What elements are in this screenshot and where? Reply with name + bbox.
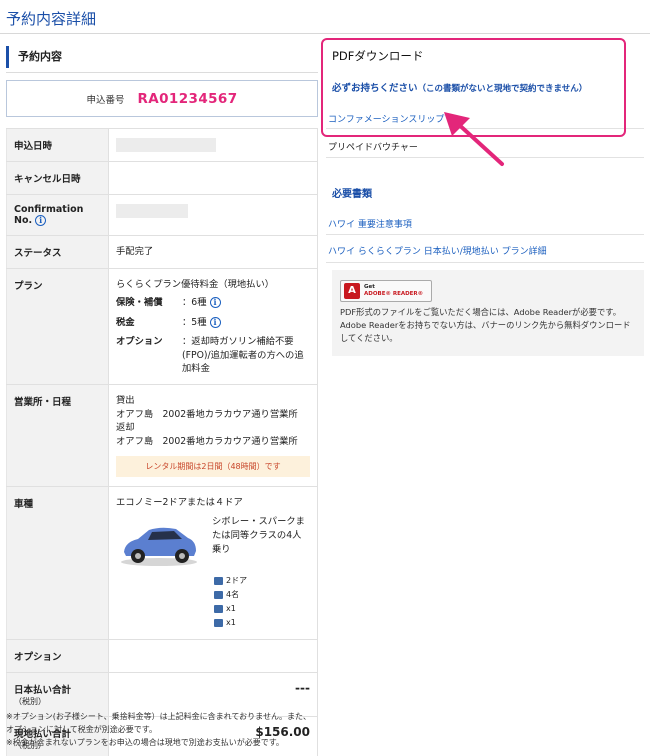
info-icon[interactable]: i — [35, 215, 47, 226]
redacted-value — [116, 204, 188, 218]
japan-total-suffix: （税別） — [14, 696, 46, 706]
required-docs-title: 必要書類 — [332, 189, 372, 200]
spec-passengers: 4名 — [214, 588, 310, 602]
status-label: ステータス — [6, 235, 109, 269]
office-value: 貸出 オアフ島 2002番地カラカウア通り営業所 返却 オアフ島 2002番地カ… — [108, 384, 318, 488]
prepaid-voucher-link[interactable]: プリペイドバウチャー — [328, 140, 418, 153]
plan-insurance-value-wrap: ：6種 i — [182, 296, 310, 309]
adobe-logo-icon: A — [344, 283, 360, 299]
plan-insurance-value: ：6種 — [182, 297, 207, 309]
adobe-reader-description: PDF形式のファイルをご覧いただく場合には、Adobe Readerが必要です。… — [340, 307, 631, 343]
spec-doors: 2ドア — [214, 574, 310, 588]
spec-passengers-value: 4名 — [226, 589, 240, 599]
plan-label: プラン — [6, 267, 109, 386]
spec-small-luggage-value: x1 — [226, 617, 236, 627]
spec-large-luggage: x1 — [214, 602, 310, 616]
row-cancel-date: キャンセル日時 — [6, 161, 318, 195]
footnotes: ※オプション(お子様シート、乗捨料金等）は上記料金に含まれておりません。また、オ… — [6, 710, 318, 749]
plan-name: らくらくプラン優待料金（現地払い） — [116, 279, 275, 290]
application-number-box: 申込番号 RA01234567 — [6, 80, 318, 117]
car-class: エコノミー2ドアまたは４ドア — [116, 497, 243, 509]
section-divider — [6, 72, 318, 73]
adobe-reader-box: A Get ADOBE® READER® PDF形式のファイルをご覧いただく場合… — [332, 270, 644, 356]
office-label: 営業所・日程 — [6, 384, 109, 488]
return-office: オアフ島 2002番地カラカウア通り営業所 — [116, 435, 298, 447]
footnote-options: ※オプション(お子様シート、乗捨料金等）は上記料金に含まれておりません。また、オ… — [6, 712, 311, 734]
divider — [326, 234, 644, 235]
bag-icon — [214, 618, 223, 627]
row-car: 車種 エコノミー2ドアまたは４ドア シボレー・スパークまたは同等クラスの4人乗り… — [6, 486, 318, 640]
status-value: 手配完了 — [108, 235, 318, 269]
plan-insurance-label: 保険・補償 — [116, 297, 163, 309]
hawaii-notice-link[interactable]: ハワイ 重要注意事項 — [328, 217, 412, 230]
plan-tax-value-wrap: ：5種 i — [182, 316, 310, 329]
options-label: オプション — [6, 638, 109, 673]
adobe-badge-bottom: ADOBE® READER® — [364, 291, 424, 297]
page-title: 予約内容詳細 — [6, 10, 97, 28]
applied-date-value — [108, 128, 318, 162]
row-applied-date: 申込日時 — [6, 128, 318, 162]
cancel-date-label: キャンセル日時 — [6, 161, 109, 195]
cancel-date-value — [108, 161, 318, 195]
confirmation-no-header: Confirmation No. i — [6, 194, 109, 236]
application-number-value: RA01234567 — [137, 90, 238, 107]
row-options: オプション — [6, 638, 318, 673]
pickup-office: オアフ島 2002番地カラカウア通り営業所 — [116, 408, 298, 420]
redacted-value — [116, 138, 216, 152]
row-plan: プラン らくらくプラン優待料金（現地払い） 保険・補償 ：6種 i 税金 ：5種 i… — [6, 267, 318, 386]
row-status: ステータス 手配完了 — [6, 235, 318, 269]
application-number-label: 申込番号 — [86, 94, 125, 106]
plan-tax-value: ：5種 — [182, 316, 207, 328]
adobe-badge-text: Get ADOBE® READER® — [364, 284, 423, 298]
spec-small-luggage: x1 — [214, 616, 310, 630]
car-description: シボレー・スパークまたは同等クラスの4人乗り — [212, 515, 305, 555]
row-confirmation-no: Confirmation No. i — [6, 194, 318, 236]
car-image — [121, 527, 197, 566]
car-specs: 2ドア 4名 x1 x1 — [214, 574, 310, 630]
plan-value: らくらくプラン優待料金（現地払い） 保険・補償 ：6種 i 税金 ：5種 i オプシ… — [108, 267, 318, 386]
confirmation-no-value — [108, 194, 318, 236]
confirmation-no-label: Confirmation No. — [14, 204, 84, 226]
japan-total-label: 日本払い合計 — [14, 684, 72, 696]
rental-period-note: レンタル期間は2日間（48時間）です — [116, 456, 310, 478]
title-divider — [0, 33, 650, 34]
adobe-badge-top: Get — [364, 284, 375, 290]
plan-option-value: ：返却時ガソリン補給不要(FPO)/追加運転者の方への追加料金 — [182, 336, 304, 375]
passenger-icon — [214, 590, 223, 599]
pointer-arrow-icon — [444, 112, 504, 166]
options-value — [108, 638, 318, 673]
hawaii-plan-details-link[interactable]: ハワイ らくらくプラン 日本払い/現地払い プラン詳細 — [328, 244, 547, 257]
pickup-label: 貸出 — [116, 395, 135, 407]
info-icon[interactable]: i — [209, 316, 221, 328]
door-icon — [214, 576, 223, 585]
spec-doors-value: 2ドア — [226, 575, 248, 585]
plan-tax-label: 税金 — [116, 316, 135, 328]
plan-option-label: オプション — [116, 336, 163, 348]
suitcase-icon — [214, 604, 223, 613]
reservation-details-table: 申込日時 キャンセル日時 Confirmation No. i ステータス 手配完… — [6, 128, 318, 756]
plan-breakdown: 保険・補償 ：6種 i 税金 ：5種 i オプション ：返却時ガソリン補給不要(FP… — [116, 296, 310, 375]
car-info: シボレー・スパークまたは同等クラスの4人乗り — [116, 515, 310, 568]
spec-large-luggage-value: x1 — [226, 603, 236, 613]
info-icon[interactable]: i — [209, 297, 221, 309]
row-office-schedule: 営業所・日程 貸出 オアフ島 2002番地カラカウア通り営業所 返却 オアフ島 … — [6, 384, 318, 488]
section-title-reservation: 予約内容 — [6, 46, 318, 68]
return-label: 返却 — [116, 422, 135, 434]
car-label: 車種 — [6, 486, 109, 640]
adobe-reader-badge[interactable]: A Get ADOBE® READER® — [340, 280, 432, 302]
divider — [326, 262, 644, 263]
footnote-tax: ※税金が含まれないプランをお申込の場合は現地で別途お支払いが必要です。 — [6, 738, 284, 747]
car-value: エコノミー2ドアまたは４ドア シボレー・スパークまたは同等クラスの4人乗り 2ド… — [108, 486, 318, 640]
applied-date-label: 申込日時 — [6, 128, 109, 162]
